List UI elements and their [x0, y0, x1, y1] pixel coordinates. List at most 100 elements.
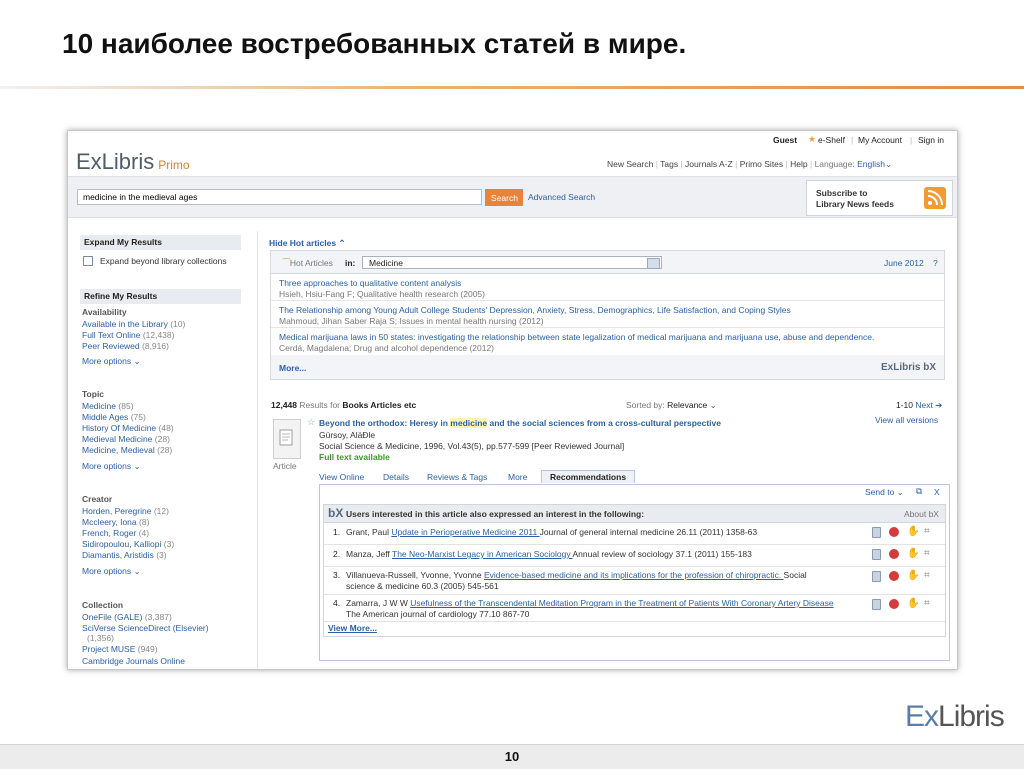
results-summary: 12,448 Results for Books Articles etc — [271, 400, 417, 410]
tab-more[interactable]: More — [508, 472, 527, 482]
hot-articles-more-link[interactable]: More... — [279, 363, 306, 373]
tag-icon[interactable]: ⌗ — [924, 599, 933, 610]
facet-item[interactable]: Peer Reviewed (8,916) — [82, 341, 169, 351]
help-link[interactable]: Help — [790, 159, 807, 169]
search-button[interactable]: Search — [485, 189, 523, 206]
document-icon[interactable] — [872, 549, 881, 560]
slide-title: 10 наиболее востребованных статей в мире… — [62, 28, 687, 59]
sfx-icon[interactable] — [889, 549, 899, 559]
facet-item[interactable]: Sidiropoulou, Kalliopi (3) — [82, 539, 174, 549]
document-thumbnail — [273, 419, 301, 459]
refine-header: Refine My Results — [80, 289, 241, 304]
hot-articles-logo: ⁀Hot Articles — [283, 258, 333, 268]
facet-item[interactable]: Medicine, Medieval (28) — [82, 445, 172, 455]
language-select[interactable]: English — [857, 159, 885, 169]
tab-recommendations[interactable]: Recommendations — [541, 470, 636, 483]
view-all-versions-link[interactable]: View all versions — [875, 415, 938, 425]
rec-number: 3. — [333, 570, 341, 580]
expand-checkbox[interactable] — [83, 256, 93, 266]
hand-icon[interactable]: ✋ — [907, 599, 919, 610]
facet-item[interactable]: Diamantis, Aristidis (3) — [82, 550, 167, 560]
tag-icon[interactable]: ⌗ — [924, 549, 933, 560]
facet-item[interactable]: Full Text Online (12,438) — [82, 330, 174, 340]
result-type-label: Article — [273, 461, 297, 471]
chevron-down-icon[interactable] — [647, 258, 660, 269]
about-bx-link[interactable]: About bX — [904, 509, 939, 519]
tag-icon[interactable]: ⌗ — [924, 571, 933, 582]
tab-view-online[interactable]: View Online — [319, 472, 364, 482]
send-to-menu[interactable]: Send to ⌄ — [865, 487, 904, 498]
star-icon: ★ — [808, 134, 817, 144]
tag-icon[interactable]: ⌗ — [924, 527, 933, 538]
hot-article-title[interactable]: Three approaches to qualitative content … — [279, 278, 461, 288]
journals-az-link[interactable]: Journals A-Z — [685, 159, 733, 169]
facet-item[interactable]: History Of Medicine (48) — [82, 423, 174, 433]
rss-subscribe-box[interactable]: Subscribe to Library News feeds — [806, 180, 953, 216]
rec-citation: Villanueva-Russell, Yvonne, Yvonne Evide… — [346, 570, 807, 591]
help-icon[interactable]: ? — [933, 258, 938, 268]
tags-link[interactable]: Tags — [660, 159, 678, 169]
view-more-link[interactable]: View More... — [328, 623, 377, 633]
result-title-link[interactable]: Beyond the orthodox: Heresy in medicine … — [319, 418, 721, 428]
document-icon[interactable] — [872, 527, 881, 538]
hot-article-title[interactable]: The Relationship among Young Adult Colle… — [279, 305, 791, 315]
sign-in-link[interactable]: Sign in — [918, 135, 944, 145]
sfx-icon[interactable] — [889, 527, 899, 537]
facet-item[interactable]: Cambridge Journals Online — [82, 656, 185, 666]
chevron-down-icon[interactable]: ⌄ — [885, 159, 892, 169]
facet-item[interactable]: OneFile (GALE) (3,387) — [82, 612, 172, 622]
facet-item[interactable]: Available in the Library (10) — [82, 319, 185, 329]
sfx-icon[interactable] — [889, 571, 899, 581]
divider: | — [910, 135, 913, 145]
primo-sites-link[interactable]: Primo Sites — [740, 159, 783, 169]
eshelf-link[interactable]: e-Shelf — [818, 135, 845, 145]
new-search-link[interactable]: New Search — [607, 159, 653, 169]
star-icon[interactable]: ☆ — [307, 417, 315, 428]
tab-details[interactable]: Details — [383, 472, 409, 482]
advanced-search-link[interactable]: Advanced Search — [528, 192, 595, 202]
hot-article-title[interactable]: Medical marijuana laws in 50 states: inv… — [279, 332, 874, 342]
recommendation-row: 3. Villanueva-Russell, Yvonne, Yvonne Ev… — [324, 567, 945, 595]
pagination[interactable]: 1-10 Next ➔ — [896, 400, 942, 411]
facet-count: (1,356) — [87, 633, 114, 643]
bx-recommendations-table: bX Users interested in this article also… — [323, 504, 946, 637]
full-text-status[interactable]: Full text available — [319, 452, 390, 462]
facet-item[interactable]: Medicine (85) — [82, 401, 134, 411]
close-icon[interactable]: X — [934, 487, 940, 497]
hot-article-row: Three approaches to qualitative content … — [271, 273, 944, 301]
hand-icon[interactable]: ✋ — [907, 527, 919, 538]
hand-icon[interactable]: ✋ — [907, 549, 919, 560]
guest-label: Guest — [773, 135, 798, 145]
facet-title-collection: Collection — [82, 600, 124, 610]
exlibris-wordmark: ExLibris — [76, 149, 155, 174]
rss-icon[interactable] — [924, 187, 946, 209]
facet-item[interactable]: French, Roger (4) — [82, 528, 149, 538]
more-options-link[interactable]: More options ⌄ — [82, 566, 141, 577]
more-options-link[interactable]: More options ⌄ — [82, 461, 141, 472]
facet-item[interactable]: Middle Ages (75) — [82, 412, 146, 422]
bx-header-text: Users interested in this article also ex… — [346, 509, 645, 519]
rec-number: 4. — [333, 598, 341, 608]
expand-header: Expand My Results — [80, 235, 241, 250]
facet-item[interactable]: Project MUSE (949) — [82, 644, 158, 654]
facet-item[interactable]: Mccleery, Iona (8) — [82, 517, 149, 527]
tab-reviews-tags[interactable]: Reviews & Tags — [427, 472, 487, 482]
expand-option-label[interactable]: Expand beyond library collections — [100, 256, 227, 266]
document-icon[interactable] — [872, 571, 881, 582]
subject-select[interactable]: Medicine — [362, 256, 662, 269]
hand-icon[interactable]: ✋ — [907, 571, 919, 582]
document-icon[interactable] — [872, 599, 881, 610]
hot-article-row: Medical marijuana laws in 50 states: inv… — [271, 327, 944, 354]
sfx-icon[interactable] — [889, 599, 899, 609]
sort-control[interactable]: Sorted by: Relevance ⌄ — [626, 400, 717, 411]
more-options-link[interactable]: More options ⌄ — [82, 356, 141, 367]
search-input[interactable] — [77, 189, 482, 205]
facet-item[interactable]: Medieval Medicine (28) — [82, 434, 170, 444]
hide-hot-articles-link[interactable]: Hide Hot articles ⌃ — [269, 238, 346, 249]
left-panel: Expand My Results Expand beyond library … — [78, 231, 243, 669]
popout-icon[interactable]: ⧉ — [916, 486, 922, 497]
facet-item[interactable]: SciVerse ScienceDirect (Elsevier) — [82, 623, 209, 633]
my-account-link[interactable]: My Account — [858, 135, 902, 145]
rss-line-1: Subscribe to — [816, 188, 868, 198]
facet-item[interactable]: Horden, Peregrine (12) — [82, 506, 169, 516]
